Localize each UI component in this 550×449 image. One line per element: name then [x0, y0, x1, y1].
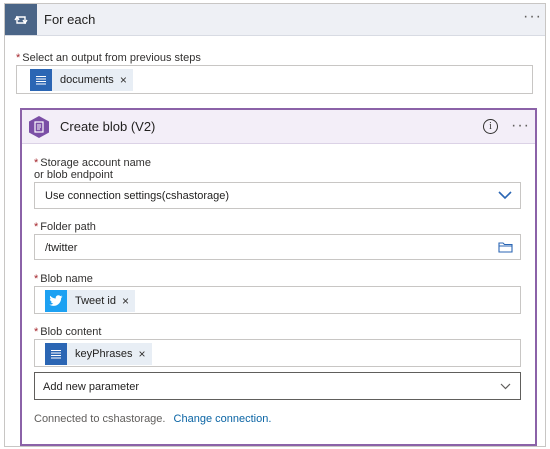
info-icon[interactable]: i — [483, 119, 498, 134]
token-label: keyPhrases — [75, 348, 133, 360]
expression-list-icon — [30, 69, 52, 91]
blob-storage-icon — [27, 115, 51, 139]
documents-token[interactable]: documents × — [30, 69, 133, 91]
ellipsis-icon[interactable]: ··· — [523, 9, 542, 25]
add-param-label: Add new parameter — [43, 381, 139, 393]
connected-text: Connected to cshastorage. — [34, 413, 166, 425]
storage-label-line2: or blob endpoint — [34, 169, 113, 181]
tweet-id-token[interactable]: Tweet id × — [45, 290, 135, 312]
loop-icon — [5, 4, 37, 35]
folder-label: * Folder path — [34, 221, 96, 233]
output-label: * Select an output from previous steps — [16, 52, 201, 64]
token-label: documents — [60, 74, 114, 86]
twitter-icon — [45, 290, 67, 312]
ellipsis-icon[interactable]: ··· — [511, 118, 530, 134]
folder-value: /twitter — [45, 242, 78, 254]
foreach-header[interactable]: For each ··· — [5, 4, 545, 36]
storage-select[interactable]: Use connection settings(cshastorage) — [34, 182, 521, 209]
remove-token-icon[interactable]: × — [138, 347, 151, 361]
add-new-parameter-dropdown[interactable]: Add new parameter — [34, 372, 521, 400]
remove-token-icon[interactable]: × — [120, 73, 133, 87]
chevron-down-icon — [498, 191, 512, 200]
blob-content-label: * Blob content — [34, 326, 102, 338]
blob-name-field[interactable]: Tweet id × — [34, 286, 521, 314]
change-connection-link[interactable]: Change connection. — [174, 413, 272, 425]
create-blob-header[interactable]: Create blob (V2) i ··· — [22, 110, 535, 144]
output-field[interactable]: documents × — [16, 65, 533, 94]
blob-content-field[interactable]: keyPhrases × — [34, 339, 521, 367]
chevron-down-icon — [500, 383, 511, 390]
folder-picker-icon[interactable] — [498, 241, 513, 253]
foreach-card: For each ··· * Select an output from prev… — [4, 3, 546, 447]
create-blob-title: Create blob (V2) — [60, 119, 156, 134]
folder-path-input[interactable]: /twitter — [34, 234, 521, 260]
keyphrases-token[interactable]: keyPhrases × — [45, 343, 152, 365]
token-label: Tweet id — [75, 295, 116, 307]
blob-name-label: * Blob name — [34, 273, 93, 285]
foreach-title: For each — [44, 12, 96, 27]
create-blob-card: Create blob (V2) i ··· * Storage account … — [20, 108, 537, 446]
remove-token-icon[interactable]: × — [122, 294, 135, 308]
storage-value: Use connection settings(cshastorage) — [45, 190, 230, 202]
connection-status: Connected to cshastorage. Change connect… — [34, 413, 271, 425]
expression-list-icon — [45, 343, 67, 365]
